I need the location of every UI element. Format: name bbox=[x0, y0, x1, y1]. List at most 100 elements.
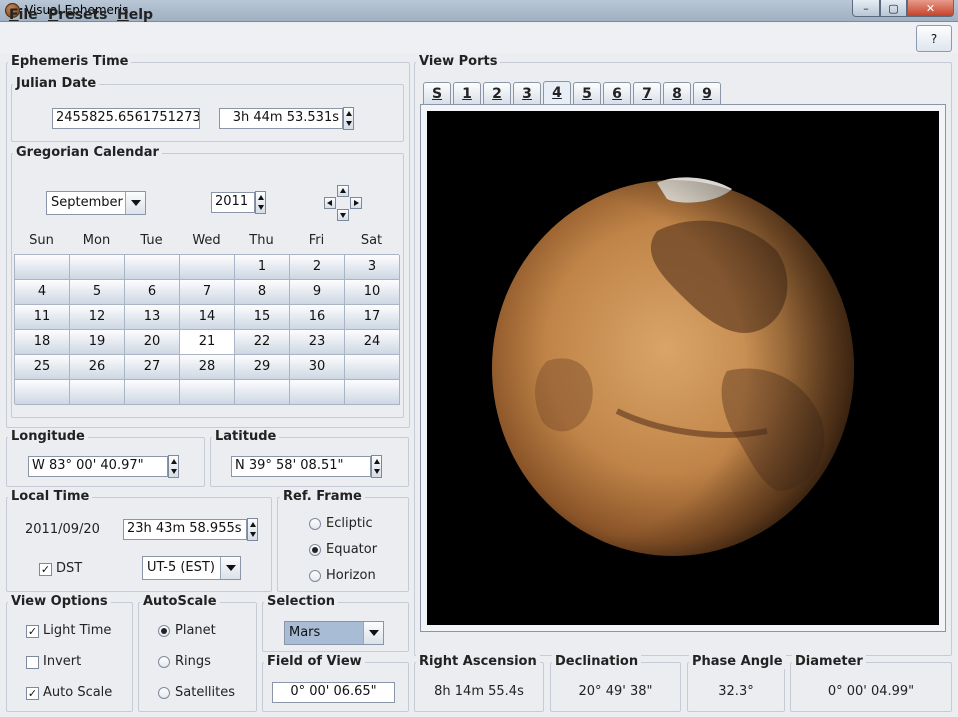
calendar-day[interactable]: 8 bbox=[235, 280, 290, 305]
year-field[interactable]: 2011 bbox=[211, 192, 255, 213]
weekday-label: Sun bbox=[29, 233, 54, 248]
radio-satellites[interactable] bbox=[158, 687, 170, 699]
maximize-button[interactable]: ▢ bbox=[880, 0, 907, 17]
calendar-day[interactable]: 27 bbox=[125, 355, 180, 380]
nav-right-icon[interactable] bbox=[350, 197, 362, 209]
tab-viewport-s[interactable]: S bbox=[423, 82, 451, 104]
calendar-day[interactable]: 13 bbox=[125, 305, 180, 330]
calendar-day[interactable]: 3 bbox=[345, 255, 400, 280]
tab-viewport-8[interactable]: 8 bbox=[663, 82, 691, 104]
close-button[interactable]: ✕ bbox=[907, 0, 954, 17]
julian-date-field[interactable]: 2455825.6561751273 bbox=[52, 108, 200, 129]
radio-horizon[interactable] bbox=[309, 570, 321, 582]
view-option-checkbox[interactable]: ✓ bbox=[26, 625, 39, 638]
calendar-day[interactable]: 20 bbox=[125, 330, 180, 355]
calendar-day[interactable]: 7 bbox=[180, 280, 235, 305]
radio-label: Satellites bbox=[175, 685, 236, 700]
tab-viewport-1[interactable]: 1 bbox=[453, 82, 481, 104]
view-options-title: View Options bbox=[8, 594, 111, 609]
diameter-value: 0° 00' 04.99" bbox=[827, 684, 915, 699]
chevron-down-icon[interactable] bbox=[125, 192, 145, 214]
calendar-day[interactable]: 17 bbox=[345, 305, 400, 330]
calendar-day[interactable]: 11 bbox=[15, 305, 70, 330]
tab-viewport-9[interactable]: 9 bbox=[693, 82, 721, 104]
right-ascension-value: 8h 14m 55.4s bbox=[434, 684, 524, 699]
calendar-day[interactable]: 19 bbox=[70, 330, 125, 355]
menu-file[interactable]: File bbox=[9, 7, 38, 23]
calendar-day[interactable]: 10 bbox=[345, 280, 400, 305]
right-ascension-title: Right Ascension bbox=[416, 654, 540, 669]
local-time-spinner-icon[interactable] bbox=[247, 518, 258, 541]
calendar-empty-cell bbox=[125, 380, 180, 405]
tab-viewport-6[interactable]: 6 bbox=[603, 82, 631, 104]
nav-up-icon[interactable] bbox=[337, 185, 349, 197]
month-select-value: September bbox=[51, 195, 123, 210]
calendar-day[interactable]: 25 bbox=[15, 355, 70, 380]
calendar-empty-cell bbox=[15, 380, 70, 405]
month-select[interactable]: September bbox=[46, 191, 146, 215]
calendar-day[interactable]: 12 bbox=[70, 305, 125, 330]
calendar-day[interactable]: 23 bbox=[290, 330, 345, 355]
calendar-day[interactable]: 26 bbox=[70, 355, 125, 380]
calendar-day[interactable]: 1 bbox=[235, 255, 290, 280]
radio-rings[interactable] bbox=[158, 656, 170, 668]
tab-viewport-2[interactable]: 2 bbox=[483, 82, 511, 104]
calendar-day[interactable]: 29 bbox=[235, 355, 290, 380]
julian-time-spinner-icon[interactable] bbox=[343, 107, 354, 130]
mars-render bbox=[492, 177, 854, 556]
julian-time-field[interactable]: 3h 44m 53.531s bbox=[219, 108, 343, 129]
latitude-spinner-icon[interactable] bbox=[371, 455, 382, 478]
view-option-label: Auto Scale bbox=[43, 685, 113, 700]
calendar-day[interactable]: 28 bbox=[180, 355, 235, 380]
tab-viewport-5[interactable]: 5 bbox=[573, 82, 601, 104]
nav-down-icon[interactable] bbox=[337, 209, 349, 221]
calendar-day[interactable]: 21 bbox=[180, 330, 235, 355]
calendar-day[interactable]: 5 bbox=[70, 280, 125, 305]
tab-viewport-7[interactable]: 7 bbox=[633, 82, 661, 104]
view-option-checkbox[interactable]: ✓ bbox=[26, 687, 39, 700]
calendar-day[interactable]: 2 bbox=[290, 255, 345, 280]
help-button[interactable]: ? bbox=[916, 25, 952, 52]
calendar-empty-cell bbox=[70, 255, 125, 280]
selection-select[interactable]: Mars bbox=[284, 621, 384, 645]
calendar-day[interactable]: 30 bbox=[290, 355, 345, 380]
calendar-day[interactable]: 14 bbox=[180, 305, 235, 330]
radio-ecliptic[interactable] bbox=[309, 518, 321, 530]
calendar-day[interactable]: 6 bbox=[125, 280, 180, 305]
field-of-view-field[interactable]: 0° 00' 06.65" bbox=[272, 682, 395, 703]
chevron-down-icon[interactable] bbox=[363, 622, 383, 644]
calendar-day[interactable]: 15 bbox=[235, 305, 290, 330]
tab-viewport-3[interactable]: 3 bbox=[513, 82, 541, 104]
longitude-title: Longitude bbox=[8, 429, 88, 444]
timezone-select[interactable]: UT-5 (EST) bbox=[142, 556, 241, 580]
calendar-day[interactable]: 9 bbox=[290, 280, 345, 305]
planet-viewport[interactable] bbox=[427, 111, 939, 625]
latitude-field[interactable]: N 39° 58' 08.51" bbox=[231, 456, 371, 477]
radio-planet[interactable] bbox=[158, 625, 170, 637]
calendar-day[interactable]: 24 bbox=[345, 330, 400, 355]
calendar-empty-cell bbox=[345, 355, 400, 380]
calendar-day[interactable]: 22 bbox=[235, 330, 290, 355]
view-option-checkbox[interactable] bbox=[26, 656, 39, 669]
local-time-field[interactable]: 23h 43m 58.955s bbox=[123, 519, 247, 540]
chevron-down-icon[interactable] bbox=[220, 557, 240, 579]
year-spinner-icon[interactable] bbox=[255, 191, 266, 214]
phase-angle-value: 32.3° bbox=[718, 684, 754, 699]
dst-checkbox[interactable]: ✓ bbox=[39, 563, 52, 576]
longitude-spinner-icon[interactable] bbox=[168, 455, 179, 478]
calendar-empty-cell bbox=[70, 380, 125, 405]
calendar-grid: 1 2 3 4 5 6 7 8 9 10 11 12 13 14 15 16 17 18 19 20 21 22 23 24 2… bbox=[14, 254, 400, 405]
calendar-day[interactable]: 16 bbox=[290, 305, 345, 330]
declination-value: 20° 49' 38" bbox=[578, 684, 653, 699]
gregorian-calendar-title: Gregorian Calendar bbox=[13, 145, 162, 160]
longitude-field[interactable]: W 83° 00' 40.97" bbox=[28, 456, 168, 477]
nav-left-icon[interactable] bbox=[324, 197, 336, 209]
minimize-button[interactable]: – bbox=[852, 0, 880, 17]
calendar-day[interactable]: 18 bbox=[15, 330, 70, 355]
radio-equator[interactable] bbox=[309, 544, 321, 556]
tab-viewport-4[interactable]: 4 bbox=[543, 81, 571, 105]
menu-help[interactable]: Help bbox=[117, 7, 153, 23]
menu-presets[interactable]: Presets bbox=[48, 7, 108, 23]
phase-angle-title: Phase Angle bbox=[689, 654, 786, 669]
calendar-day[interactable]: 4 bbox=[15, 280, 70, 305]
